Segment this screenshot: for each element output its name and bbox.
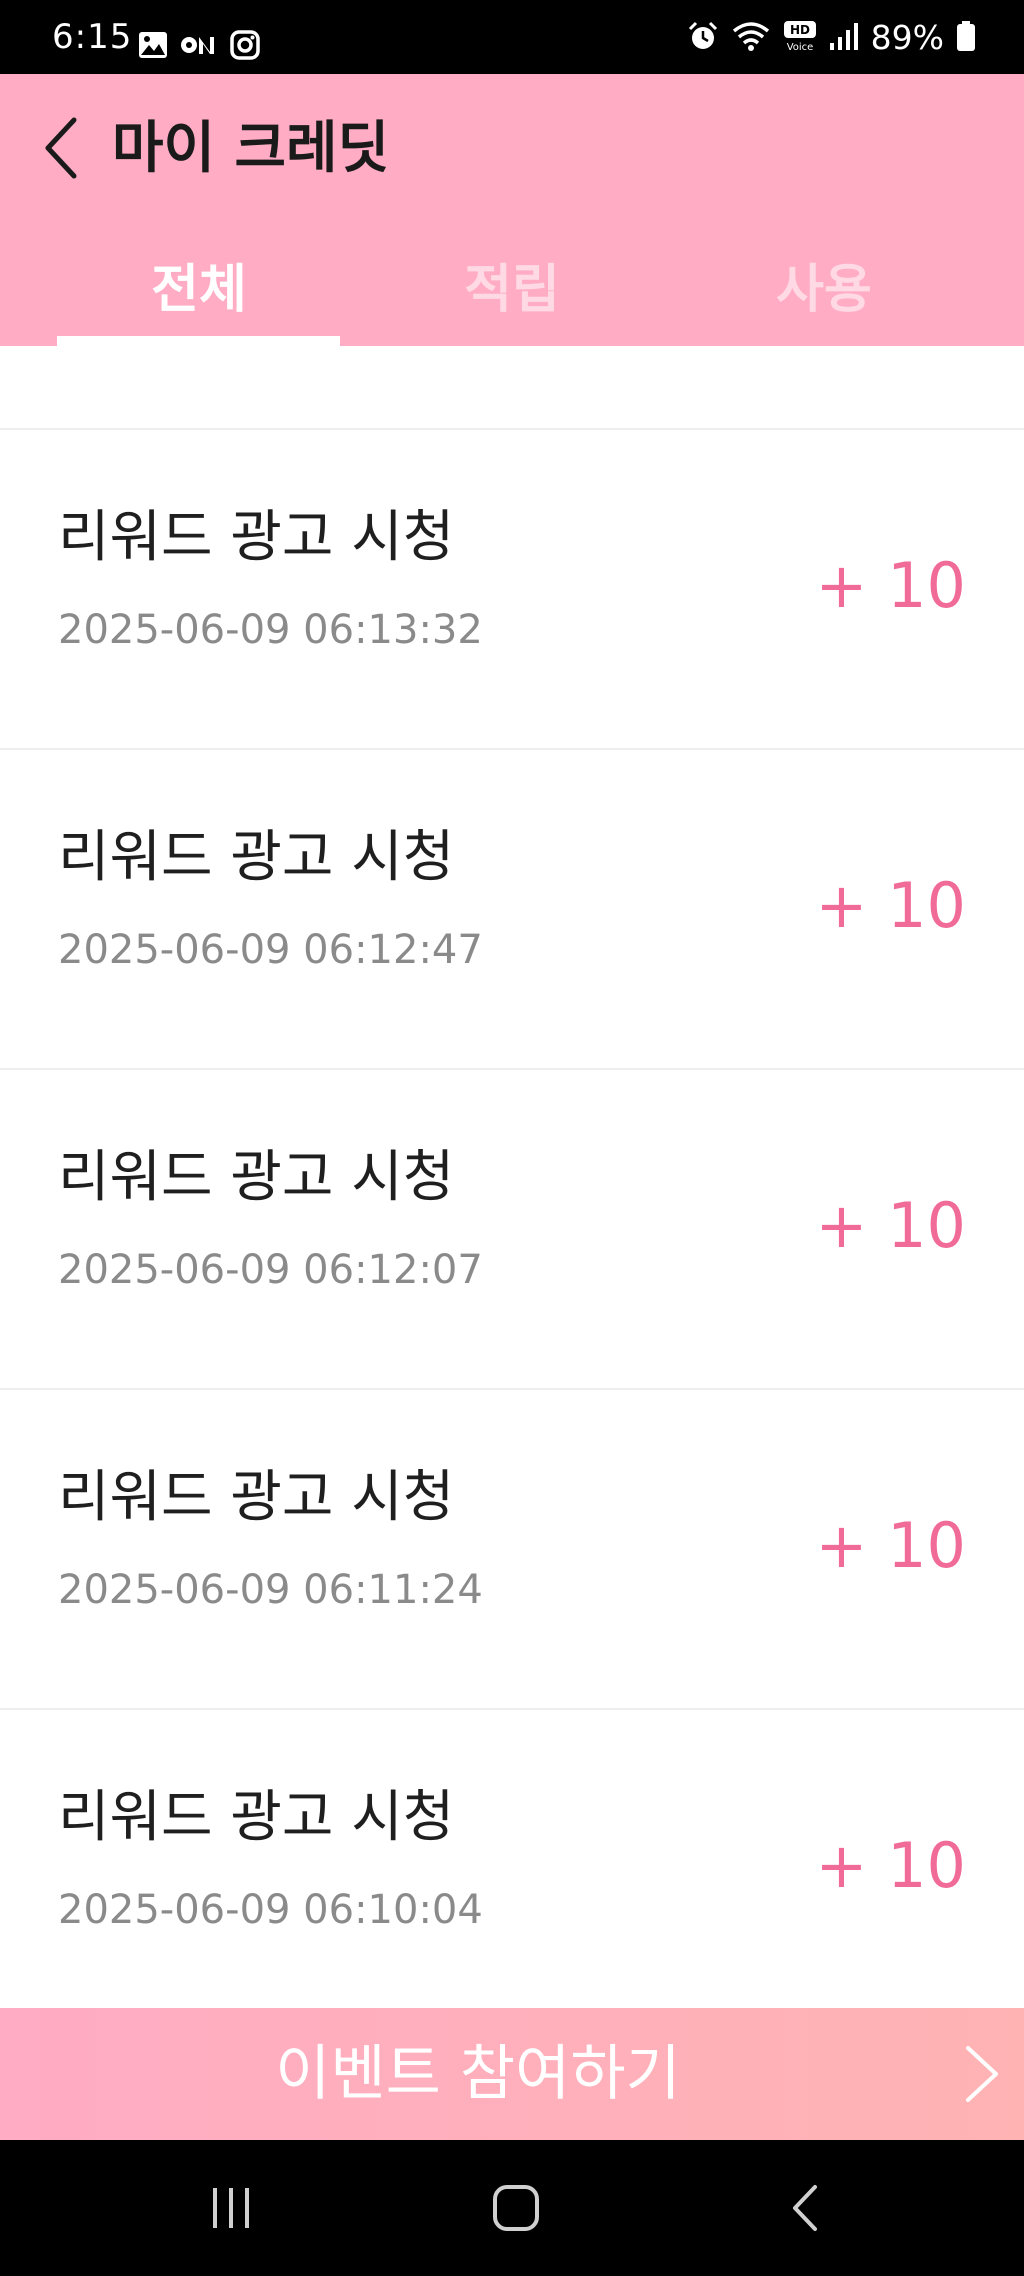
- page-title: 마이 크레딧: [112, 116, 390, 181]
- item-title: 리워드 광고 시청: [58, 1465, 455, 1530]
- item-title: 리워드 광고 시청: [58, 1785, 455, 1850]
- tab-used[interactable]: 사용: [668, 234, 980, 346]
- nav-back-button[interactable]: [744, 2140, 864, 2276]
- chevron-right-icon: [966, 2046, 998, 2102]
- item-datetime: 2025-06-09 06:12:07: [58, 1247, 483, 1293]
- hd-voice-icon: HD Voice: [783, 20, 817, 56]
- item-amount: + 10: [815, 1189, 966, 1262]
- item-title: 리워드 광고 시청: [58, 505, 455, 570]
- tab-bar: 전체 적립 사용: [0, 234, 1024, 346]
- svg-text:Voice: Voice: [786, 42, 813, 52]
- item-datetime: 2025-06-09 06:11:24: [58, 1567, 483, 1613]
- recent-apps-button[interactable]: [171, 2140, 291, 2276]
- signal-icon: [829, 21, 859, 55]
- list-top-spacer: [0, 346, 1024, 430]
- alarm-icon: [687, 20, 719, 56]
- list-item: 리워드 광고 시청 2025-06-09 06:11:24 + 10: [0, 1390, 1024, 1710]
- home-button[interactable]: [456, 2140, 576, 2276]
- on-icon: [180, 34, 218, 60]
- back-icon: [793, 2185, 817, 2231]
- credit-history-list: 리워드 광고 시청 2025-06-09 06:13:32 + 10 리워드 광…: [0, 346, 1024, 2028]
- gallery-icon: [138, 31, 168, 63]
- status-left-icons: [138, 30, 260, 64]
- item-amount: + 10: [815, 869, 966, 942]
- battery-percent: 89%: [870, 18, 944, 57]
- item-amount: + 10: [815, 1509, 966, 1582]
- system-nav-bar: [0, 2140, 1024, 2276]
- list-item: 리워드 광고 시청 2025-06-09 06:10:04 + 10: [0, 1710, 1024, 2028]
- event-participate-label: 이벤트 참여하기: [275, 2039, 681, 2109]
- status-bar: 6:15 HD Voice 89%: [0, 0, 1024, 74]
- item-datetime: 2025-06-09 06:12:47: [58, 927, 483, 973]
- tab-all[interactable]: 전체: [43, 234, 355, 346]
- back-button[interactable]: [32, 112, 88, 184]
- event-participate-button[interactable]: 이벤트 참여하기: [0, 2008, 1024, 2140]
- app-header: 마이 크레딧 전체 적립 사용: [0, 74, 1024, 346]
- list-item: 리워드 광고 시청 2025-06-09 06:13:32 + 10: [0, 430, 1024, 750]
- item-datetime: 2025-06-09 06:13:32: [58, 607, 483, 653]
- recent-apps-icon: [213, 2188, 249, 2228]
- list-item: 리워드 광고 시청 2025-06-09 06:12:07 + 10: [0, 1070, 1024, 1390]
- chevron-left-icon: [45, 117, 77, 179]
- item-amount: + 10: [815, 1829, 966, 1902]
- tab-earned[interactable]: 적립: [356, 234, 668, 346]
- item-title: 리워드 광고 시청: [58, 825, 455, 890]
- wifi-icon: [731, 20, 771, 56]
- battery-icon: [956, 20, 976, 56]
- status-right-icons: HD Voice 89%: [687, 20, 976, 56]
- svg-text:HD: HD: [790, 23, 810, 37]
- list-item: 리워드 광고 시청 2025-06-09 06:12:47 + 10: [0, 750, 1024, 1070]
- status-time: 6:15: [52, 17, 133, 57]
- active-tab-indicator: [57, 336, 340, 346]
- instagram-icon: [230, 30, 260, 64]
- home-icon: [493, 2185, 539, 2231]
- item-datetime: 2025-06-09 06:10:04: [58, 1887, 483, 1933]
- item-amount: + 10: [815, 549, 966, 622]
- item-title: 리워드 광고 시청: [58, 1145, 455, 1210]
